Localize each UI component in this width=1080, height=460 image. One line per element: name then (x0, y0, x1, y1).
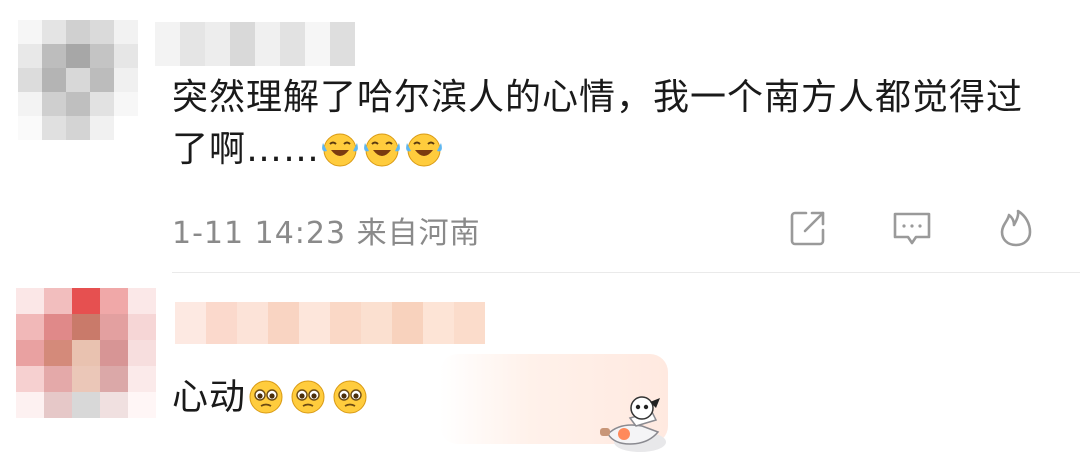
avatar-pixel (66, 116, 90, 140)
username-pixel (361, 302, 392, 344)
username-pixel (255, 22, 280, 66)
username-pixel (268, 302, 299, 344)
avatar-pixel (114, 44, 138, 68)
avatar-pixel (66, 68, 90, 92)
avatar-pixel (42, 116, 66, 140)
avatar-pixel (100, 392, 128, 418)
divider (172, 272, 1080, 273)
emoji-row (246, 377, 372, 418)
avatar-blurred[interactable] (18, 20, 138, 140)
emoji-row (320, 129, 446, 170)
avatar-pixel (90, 68, 114, 92)
avatar-pixel (16, 314, 44, 340)
avatar-pixel (72, 366, 100, 392)
avatar-pixel (114, 68, 138, 92)
laughing-crying-emoji-icon (362, 129, 404, 170)
avatar-pixel (44, 392, 72, 418)
comment-meta: 1-11 14:23 来自河南 (172, 208, 481, 252)
username-pixel (280, 22, 305, 66)
avatar-pixel (128, 366, 156, 392)
username-pixel (330, 302, 361, 344)
pleading-face-emoji-icon (288, 377, 330, 418)
airplane-sticker-icon (590, 392, 686, 456)
avatar-pixel (66, 20, 90, 44)
avatar-pixel (42, 20, 66, 44)
username-pixel (423, 302, 454, 344)
avatar-pixel (114, 92, 138, 116)
avatar-pixel (90, 116, 114, 140)
username-blurred[interactable] (175, 302, 485, 344)
avatar-pixel (128, 340, 156, 366)
avatar-pixel (44, 366, 72, 392)
avatar-pixel (18, 20, 42, 44)
username-pixel (180, 22, 205, 66)
avatar-pixel (128, 314, 156, 340)
username-pixel (237, 302, 268, 344)
avatar-pixel (44, 288, 72, 314)
avatar-pixel (128, 288, 156, 314)
username-pixel (230, 22, 255, 66)
comment-icon[interactable] (890, 206, 934, 250)
comment-body: 心动 (172, 377, 247, 418)
avatar-pixel (90, 20, 114, 44)
username-pixel (205, 22, 230, 66)
laughing-crying-emoji-icon (404, 129, 446, 170)
username-pixel (305, 22, 330, 66)
avatar-pixel (16, 392, 44, 418)
comment-text: 突然理解了哈尔滨人的心情，我一个南方人都觉得过了啊…… (172, 72, 1052, 176)
avatar-pixel (16, 366, 44, 392)
username-pixel (454, 302, 485, 344)
avatar-pixel (100, 314, 128, 340)
avatar-pixel (100, 366, 128, 392)
laughing-crying-emoji-icon (320, 129, 362, 170)
avatar-pixel (100, 288, 128, 314)
avatar-pixel (18, 68, 42, 92)
avatar-pixel (44, 340, 72, 366)
avatar-pixel (114, 116, 138, 140)
avatar-pixel (72, 392, 100, 418)
like-flame-icon[interactable] (994, 206, 1038, 250)
username-pixel (299, 302, 330, 344)
avatar-pixel (18, 44, 42, 68)
username-pixel (330, 22, 355, 66)
avatar-pixel (100, 340, 128, 366)
avatar-pixel (44, 314, 72, 340)
pleading-face-emoji-icon (246, 377, 288, 418)
avatar-pixel (90, 92, 114, 116)
comment-location: 来自河南 (356, 216, 481, 251)
avatar-pixel (42, 44, 66, 68)
avatar-pixel (18, 92, 42, 116)
username-pixel (206, 302, 237, 344)
avatar-pixel (72, 340, 100, 366)
avatar-blurred[interactable] (16, 288, 156, 418)
share-icon[interactable] (786, 206, 830, 250)
avatar-pixel (66, 44, 90, 68)
comment-time: 1-11 14:23 (172, 216, 347, 251)
avatar-pixel (42, 68, 66, 92)
avatar-pixel (72, 288, 100, 314)
avatar-pixel (18, 116, 42, 140)
username-pixel (155, 22, 180, 66)
avatar-pixel (16, 340, 44, 366)
avatar-pixel (114, 20, 138, 44)
avatar-pixel (16, 288, 44, 314)
avatar-pixel (72, 314, 100, 340)
avatar-pixel (66, 92, 90, 116)
avatar-pixel (90, 44, 114, 68)
avatar-pixel (128, 392, 156, 418)
comment-body: 突然理解了哈尔滨人的心情，我一个南方人都觉得过了啊…… (172, 77, 1024, 170)
username-pixel (175, 302, 206, 344)
pleading-face-emoji-icon (330, 377, 372, 418)
avatar-pixel (42, 92, 66, 116)
username-blurred[interactable] (155, 22, 355, 66)
username-pixel (392, 302, 423, 344)
